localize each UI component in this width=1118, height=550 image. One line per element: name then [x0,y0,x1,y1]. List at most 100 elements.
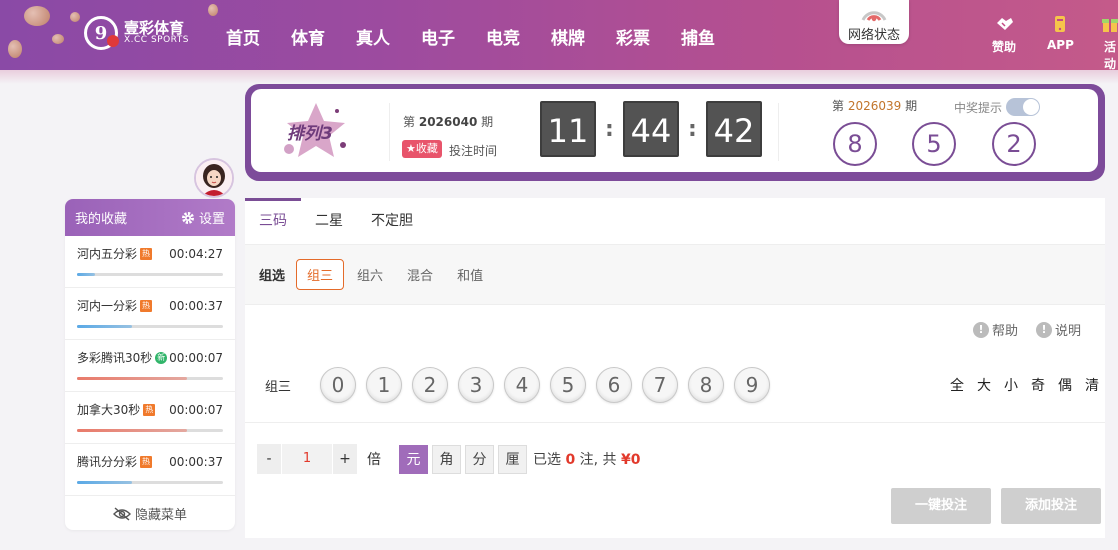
help-link[interactable]: ! 帮助 [972,320,1018,339]
hot-badge: 热 [140,455,153,468]
sub-option-group3[interactable]: 组三 [296,259,345,290]
favorite-item[interactable]: 河内五分彩热 00:04:27 [65,236,235,288]
multiplier-input[interactable]: 1 [281,444,333,474]
add-bet-button[interactable]: 添加投注 [1001,488,1101,524]
number-ball-5[interactable]: 5 [550,367,586,403]
settings-label: 设置 [198,212,225,227]
unit-li-button[interactable]: 厘 [498,444,527,474]
number-ball-0[interactable]: 0 [320,367,356,403]
quick-pick-all[interactable]: 全 [950,375,964,395]
favorite-name-wrap: 加拿大30秒热 [77,401,156,418]
quick-pick-even[interactable]: 偶 [1058,375,1072,395]
number-ball-2[interactable]: 2 [412,367,448,403]
favorite-row: 河内五分彩热 00:04:27 [77,245,223,262]
sub-option-mixed[interactable]: 混合 [407,265,433,284]
countdown-minutes: 44 [623,101,679,157]
favorite-item[interactable]: 河内一分彩热 00:00:37 [65,288,235,340]
number-ball-4[interactable]: 4 [504,367,540,403]
nav-slots[interactable]: 电子 [421,24,455,49]
draw-info-inner: 排列3 第 2026040 期 ★收藏 投注时间 11 : 44 : 42 第 … [251,89,1098,172]
phone-icon [1055,16,1066,32]
win-notice-toggle[interactable] [1006,98,1041,116]
divider [389,103,390,161]
sub-play-label: 组选 [259,269,286,284]
site-logo[interactable]: 9 壹彩体育 X.CC SPORTS [84,16,189,50]
nav-lottery[interactable]: 彩票 [616,24,650,49]
info-icon: ! [1035,321,1052,338]
favorite-progress-fill [77,377,187,380]
quick-pick-clear[interactable]: 清 [1085,375,1099,395]
favorite-progress-fill [77,481,133,484]
favorite-progress-bar [77,481,223,484]
number-ball-1[interactable]: 1 [366,367,402,403]
favorite-progress-fill [77,429,187,432]
network-status-button[interactable]: 网络状态 [839,0,909,44]
number-ball-6[interactable]: 6 [596,367,632,403]
toggle-knob [1023,99,1040,115]
total-amount: ¥0 [621,452,641,468]
issue-prefix: 第 [403,115,416,129]
prev-issue-prefix: 第 [832,99,845,113]
quick-pick-small[interactable]: 小 [1004,375,1018,395]
app-download-link[interactable]: APP [1047,14,1074,52]
number-ball-7[interactable]: 7 [642,367,678,403]
nav-cards[interactable]: 棋牌 [551,24,585,49]
tab-three-digit[interactable]: 三码 [245,198,301,244]
one-click-bet-button[interactable]: 一键投注 [891,488,991,524]
logo-mark-glyph: 9 [94,22,108,44]
quick-picks: 全 大 小 奇 偶 清 [937,375,1099,395]
favorite-label: 收藏 [415,142,438,155]
quick-pick-odd[interactable]: 奇 [1031,375,1045,395]
favorites-settings-button[interactable]: 设置 [181,208,225,227]
hide-menu-button[interactable]: 隐藏菜单 [65,496,235,530]
favorite-name-wrap: 多彩腾讯30秒新 [77,349,168,366]
favorite-item[interactable]: 多彩腾讯30秒新 00:00:07 [65,340,235,392]
favorite-name: 腾讯分分彩 [77,455,138,469]
divider [245,422,1105,423]
main-nav: 首页 体育 真人 电子 电竞 棋牌 彩票 捕鱼 [226,24,746,49]
favorite-item[interactable]: 加拿大30秒热 00:00:07 [65,392,235,444]
explain-link[interactable]: ! 说明 [1035,320,1081,339]
coin-decoration [24,6,50,26]
multiplier-decrease-button[interactable]: - [257,444,281,474]
sponsor-link[interactable]: 赞助 [992,14,1016,55]
favorites-header: 我的收藏 设置 [65,199,235,236]
nav-fishing[interactable]: 捕鱼 [681,24,715,49]
sub-option-group6[interactable]: 组六 [357,265,383,284]
favorite-progress-bar [77,325,223,328]
logo-name-cn: 壹彩体育 [124,18,185,37]
tab-two-star[interactable]: 二星 [301,198,357,244]
favorite-name-wrap: 河内五分彩热 [77,245,153,262]
favorite-button[interactable]: ★收藏 [402,140,442,158]
number-ball-8[interactable]: 8 [688,367,724,403]
lottery-name: 排列3 [287,124,333,144]
logo-dot [107,35,119,47]
nav-home[interactable]: 首页 [226,24,260,49]
nav-live-casino[interactable]: 真人 [356,24,390,49]
avatar-portrait-icon [196,160,232,196]
quick-pick-big[interactable]: 大 [977,375,991,395]
multiplier-increase-button[interactable]: + [333,444,357,474]
selected-count: 0 [565,452,576,468]
favorite-item[interactable]: 腾讯分分彩热 00:00:37 [65,444,235,496]
countdown-colon: : [688,117,697,142]
unit-yuan-button[interactable]: 元 [399,444,428,474]
info-icon: ! [972,321,989,338]
nav-esports[interactable]: 电竞 [486,24,520,49]
number-ball-9[interactable]: 9 [734,367,770,403]
favorite-row: 多彩腾讯30秒新 00:00:07 [77,349,223,366]
sponsor-label: 赞助 [992,40,1017,54]
gear-icon [181,211,194,224]
hide-menu-label: 隐藏菜单 [134,508,187,523]
tab-unfixed[interactable]: 不定胆 [357,198,427,244]
number-ball-3[interactable]: 3 [458,367,494,403]
avatar[interactable] [194,158,234,198]
nav-sports[interactable]: 体育 [291,24,325,49]
sub-option-sum[interactable]: 和值 [457,265,483,284]
countdown-seconds: 42 [706,101,762,157]
activity-link[interactable]: 活动 [1100,14,1118,72]
unit-jiao-button[interactable]: 角 [432,444,461,474]
countdown-hours: 11 [540,101,596,157]
unit-fen-button[interactable]: 分 [465,444,494,474]
number-row-label: 组三 [265,379,292,395]
